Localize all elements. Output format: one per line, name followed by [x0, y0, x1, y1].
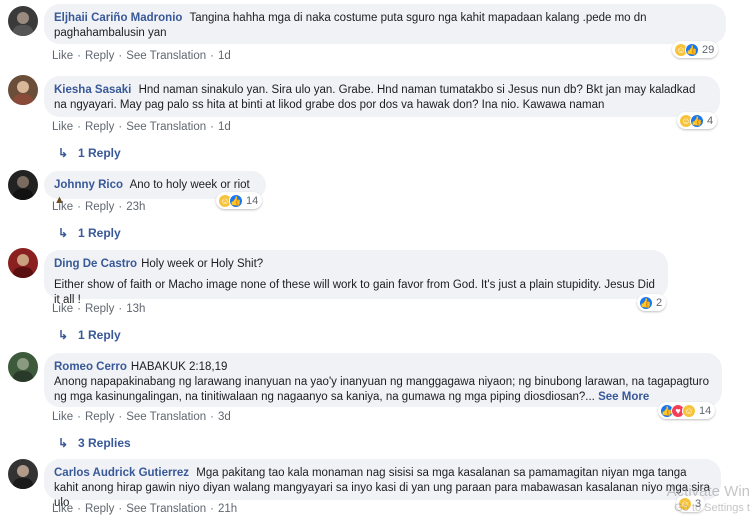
like-button[interactable]: Like: [52, 201, 73, 213]
comment-author[interactable]: Romeo Cerro: [54, 361, 127, 373]
like-button[interactable]: Like: [52, 50, 73, 62]
reply-button[interactable]: Reply: [85, 50, 114, 62]
comment-time[interactable]: 13h: [126, 303, 145, 315]
reaction-summary[interactable]: 👍 2: [637, 294, 667, 311]
like-button[interactable]: Like: [52, 121, 73, 133]
reply-button[interactable]: Reply: [85, 121, 114, 133]
reaction-count: 14: [699, 404, 712, 417]
comment-actions: Like · Reply · See Translation · 1d: [52, 121, 231, 133]
comment-author[interactable]: Kiesha Sasaki: [54, 84, 131, 96]
comment-time[interactable]: 1d: [218, 50, 231, 62]
avatar[interactable]: [8, 170, 38, 200]
view-replies-link[interactable]: ↳ 3 Replies: [58, 436, 131, 450]
replies-label: 3 Replies: [78, 436, 131, 450]
comment-bubble: Eljhaii Cariño Madronio Tangina hahha mg…: [44, 4, 726, 44]
comment-author[interactable]: Johnny Rico: [54, 179, 123, 191]
see-translation-link[interactable]: See Translation: [126, 503, 206, 515]
comment-time[interactable]: 1d: [218, 121, 231, 133]
avatar[interactable]: [8, 248, 38, 278]
like-icon: 👍: [685, 42, 699, 57]
comment-bubble: Ding De Castro Holy week or Holy Shit? Ei…: [44, 250, 668, 306]
activation-watermark-title: Activate Win: [666, 483, 750, 500]
see-translation-link[interactable]: See Translation: [126, 411, 206, 423]
haha-icon: ☺: [682, 403, 696, 418]
reaction-summary[interactable]: ☺ 👍 29: [672, 41, 719, 58]
comment-bubble: Carlos Audrick Gutierrez Mga pakitang ta…: [44, 459, 721, 509]
replies-label: 1 Reply: [78, 328, 121, 342]
activation-watermark-subtitle: Go to Settings t: [674, 502, 750, 514]
reply-arrow-icon: ↳: [58, 226, 69, 240]
avatar[interactable]: [8, 6, 38, 36]
comment-time[interactable]: 21h: [218, 503, 237, 515]
reaction-summary[interactable]: ☺ 👍 14: [216, 192, 263, 209]
like-button[interactable]: Like: [52, 303, 73, 315]
avatar[interactable]: [8, 75, 38, 105]
comment-actions: Like · Reply · See Translation · 3d: [52, 411, 231, 423]
reply-button[interactable]: Reply: [85, 303, 114, 315]
like-button[interactable]: Like: [52, 503, 73, 515]
like-icon: 👍: [229, 193, 243, 208]
reply-arrow-icon: ↳: [58, 328, 69, 342]
avatar[interactable]: [8, 459, 38, 489]
see-more-link[interactable]: See More: [598, 391, 649, 403]
reply-button[interactable]: Reply: [85, 411, 114, 423]
comment-time[interactable]: 3d: [218, 411, 231, 423]
comment-author[interactable]: Ding De Castro: [54, 258, 137, 270]
comment-time[interactable]: 23h: [126, 201, 145, 213]
reaction-count: 2: [656, 296, 663, 309]
comment-actions: Like · Reply · See Translation · 1d: [52, 50, 231, 62]
reaction-count: 14: [246, 194, 259, 207]
comment-bubble: Kiesha Sasaki Hnd naman sinakulo yan. Si…: [44, 76, 720, 117]
reaction-summary[interactable]: 👍 ♥ ☺ 14: [658, 402, 716, 419]
comment-actions: Like · Reply · See Translation · 21h: [52, 503, 238, 515]
reaction-count: 4: [707, 114, 714, 127]
reply-arrow-icon: ↳: [58, 436, 69, 450]
comment-author[interactable]: Carlos Audrick Gutierrez: [54, 467, 189, 479]
see-translation-link[interactable]: See Translation: [126, 50, 206, 62]
avatar[interactable]: [8, 352, 38, 382]
comment-text: Hnd naman sinakulo yan. Sira ulo yan. Gr…: [54, 84, 696, 111]
comment-text: Ano to holy week or riot: [129, 179, 250, 191]
like-icon: 👍: [639, 295, 653, 310]
see-translation-link[interactable]: See Translation: [126, 121, 206, 133]
reply-button[interactable]: Reply: [85, 503, 114, 515]
reaction-count: 29: [702, 43, 715, 56]
view-replies-link[interactable]: ↳ 1 Reply: [58, 328, 121, 342]
comment-text: Holy week or Holy Shit?: [141, 258, 264, 270]
comment-actions: Like · Reply · 13h: [52, 303, 146, 315]
view-replies-link[interactable]: ↳ 1 Reply: [58, 146, 121, 160]
comment-text: HABAKUK 2:18,19: [130, 361, 228, 373]
view-replies-link[interactable]: ↳ 1 Reply: [58, 226, 121, 240]
like-button[interactable]: Like: [52, 411, 73, 423]
replies-label: 1 Reply: [78, 226, 121, 240]
comment-bubble: Romeo Cerro HABAKUK 2:18,19 Anong napapak…: [44, 353, 722, 407]
like-icon: 👍: [690, 113, 704, 128]
replies-label: 1 Reply: [78, 146, 121, 160]
reaction-summary[interactable]: ☺ 👍 4: [677, 112, 718, 129]
comment-author[interactable]: Eljhaii Cariño Madronio: [54, 12, 182, 24]
comment-actions: Like · Reply · 23h: [52, 201, 146, 213]
reply-button[interactable]: Reply: [85, 201, 114, 213]
reply-arrow-icon: ↳: [58, 146, 69, 160]
